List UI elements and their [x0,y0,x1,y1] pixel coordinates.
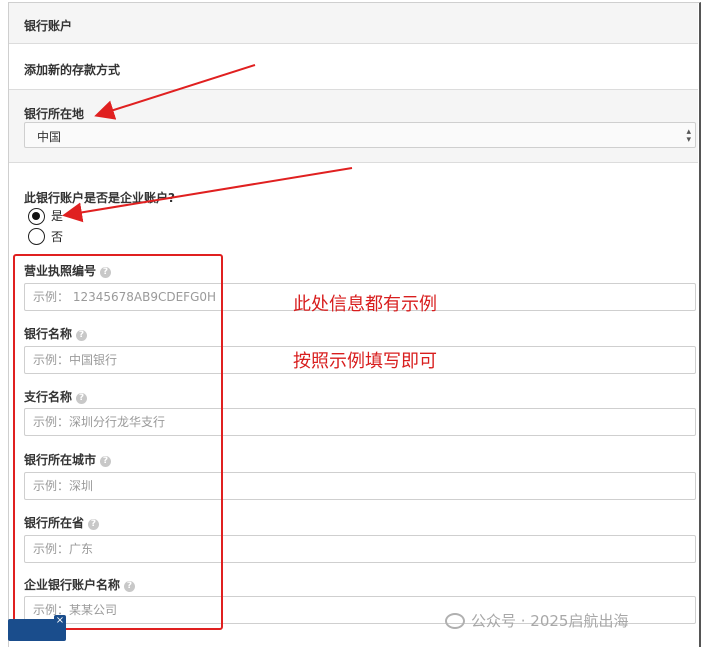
watermark: 公众号 · 2025启航出海 [445,610,628,631]
arrow-icon [62,64,353,223]
close-icon[interactable]: × [54,615,66,627]
watermark-text: 公众号 · 2025启航出海 [471,612,629,630]
wechat-logo-icon [445,613,465,629]
